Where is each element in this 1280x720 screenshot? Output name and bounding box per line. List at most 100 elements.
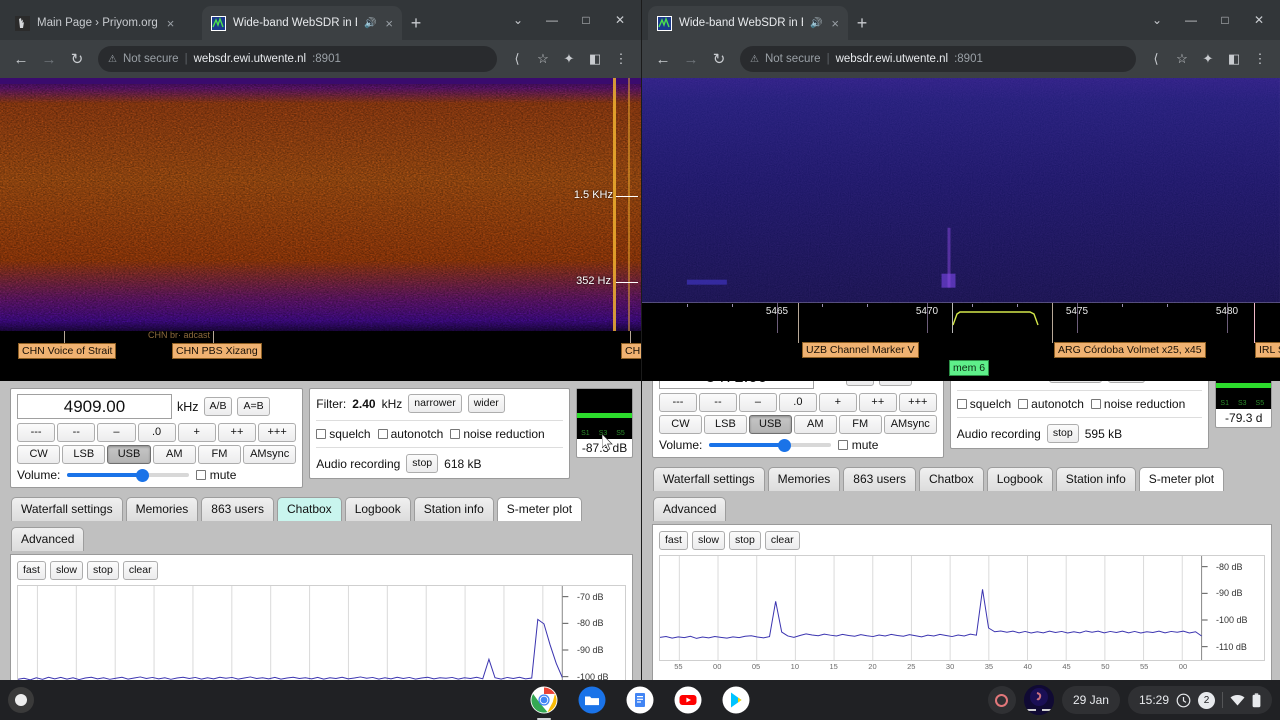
step-minus-1-button[interactable]: – — [738, 393, 777, 412]
step-minus-1-button[interactable]: – — [97, 423, 136, 442]
maximize-button[interactable]: □ — [1208, 6, 1242, 34]
tab-chatbox[interactable]: Chatbox — [918, 467, 984, 491]
close-window-button[interactable]: ✕ — [603, 6, 637, 34]
autonotch-checkbox-wrap[interactable]: autonotch — [377, 427, 443, 441]
screen-record-button[interactable] — [987, 686, 1016, 714]
new-tab-button[interactable]: + — [848, 9, 876, 37]
station-label[interactable]: CHN PBS Xizang — [172, 343, 262, 359]
squelch-checkbox[interactable] — [316, 429, 327, 439]
reload-button[interactable]: ↻ — [706, 46, 732, 72]
app-play-store[interactable] — [721, 685, 751, 715]
s-meter-chart-right[interactable]: -80 dB -90 dB -100 dB -110 dB — [659, 555, 1265, 661]
s-meter-chart-left[interactable]: -70 dB -80 dB -90 dB -100 dB — [17, 585, 626, 680]
station-label[interactable]: CHN Voice of Strait — [18, 343, 117, 359]
tab-memories[interactable]: Memories — [125, 497, 199, 521]
notification-badge[interactable]: 2 — [1198, 691, 1215, 709]
recording-stop-button[interactable]: stop — [1046, 424, 1079, 443]
tab-websdr[interactable]: Wide-band WebSDR in Ensch 🔊 × — [648, 6, 848, 40]
tab-close-icon[interactable]: × — [831, 17, 839, 30]
browser-menu-icon[interactable]: ⋮ — [609, 47, 633, 71]
tab-memories[interactable]: Memories — [767, 467, 841, 491]
minimize-button[interactable]: — — [1174, 6, 1208, 34]
plot-slow-button[interactable]: slow — [691, 531, 725, 550]
tab-s-meter-plot[interactable]: S-meter plot — [496, 497, 583, 521]
forward-button[interactable]: → — [36, 46, 62, 72]
step-minus-3-button[interactable]: --- — [659, 393, 697, 412]
station-label[interactable]: CHN — [621, 343, 641, 359]
autonotch-checkbox[interactable] — [377, 429, 388, 439]
bookmark-star-icon[interactable]: ☆ — [531, 47, 555, 71]
tab-advanced[interactable]: Advanced — [11, 527, 85, 551]
mute-checkbox-wrap[interactable]: mute — [838, 438, 878, 452]
step-plus-3-button[interactable]: +++ — [258, 423, 297, 442]
volume-slider[interactable] — [67, 468, 190, 482]
media-thumbnail[interactable] — [1023, 685, 1054, 715]
autonotch-checkbox[interactable] — [1018, 399, 1029, 409]
tab-search-chevron-down-icon[interactable]: ⌄ — [501, 6, 535, 34]
browser-menu-icon[interactable]: ⋮ — [1248, 47, 1272, 71]
plot-clear-button[interactable]: clear — [764, 531, 800, 550]
plot-slow-button[interactable]: slow — [49, 561, 83, 580]
address-bar[interactable]: ⚠ Not secure | websdr.ewi.utwente.nl:890… — [740, 46, 1136, 72]
a-equals-b-button[interactable]: A=B — [237, 397, 270, 416]
squelch-checkbox-wrap[interactable]: squelch — [956, 397, 1011, 411]
station-label[interactable]: IRL Sh — [1255, 342, 1280, 358]
station-label[interactable]: ARG Córdoba Volmet x25, x45 — [1054, 342, 1206, 358]
app-youtube[interactable] — [673, 685, 703, 715]
memory-marker-label[interactable]: mem 6 — [949, 360, 990, 376]
mode-usb-button[interactable]: USB — [748, 415, 792, 434]
noise-reduction-checkbox-wrap[interactable]: noise reduction — [450, 427, 545, 441]
filter-narrower-button[interactable]: narrower — [408, 394, 462, 413]
step-plus-3-button[interactable]: +++ — [898, 393, 937, 412]
step-zero-button[interactable]: .0 — [137, 423, 176, 442]
launcher-button[interactable] — [8, 687, 34, 713]
mode-amsync-button[interactable]: AMsync — [883, 415, 937, 434]
autonotch-checkbox-wrap[interactable]: autonotch — [1018, 397, 1084, 411]
share-icon[interactable]: ⟨ — [1144, 47, 1168, 71]
minimize-button[interactable]: — — [535, 6, 569, 34]
mute-checkbox[interactable] — [838, 440, 849, 450]
step-plus-1-button[interactable]: + — [818, 393, 857, 412]
squelch-checkbox[interactable] — [956, 399, 967, 409]
audio-waterfall-left[interactable]: 1.5 KHz 352 Hz — [0, 78, 641, 331]
back-button[interactable]: ← — [8, 46, 34, 72]
mode-cw-button[interactable]: CW — [659, 415, 702, 434]
mode-fm-button[interactable]: FM — [197, 445, 242, 464]
extensions-puzzle-icon[interactable]: ✦ — [1196, 47, 1220, 71]
ab-button[interactable]: A/B — [203, 397, 233, 416]
mode-amsync-button[interactable]: AMsync — [243, 445, 297, 464]
mode-am-button[interactable]: AM — [793, 415, 837, 434]
slider-knob[interactable] — [777, 438, 791, 452]
address-bar[interactable]: ⚠ Not secure | websdr.ewi.utwente.nl:890… — [98, 46, 497, 72]
tab-users[interactable]: 863 users — [201, 497, 274, 521]
app-docs[interactable] — [625, 685, 655, 715]
noise-reduction-checkbox[interactable] — [450, 429, 461, 439]
step-minus-2-button[interactable]: -- — [57, 423, 96, 442]
mute-checkbox[interactable] — [196, 470, 207, 480]
tab-search-chevron-down-icon[interactable]: ⌄ — [1140, 6, 1174, 34]
tab-logbook[interactable]: Logbook — [344, 497, 411, 521]
tab-station-info[interactable]: Station info — [413, 497, 494, 521]
frequency-scale-right[interactable]: 5465 5470 5475 5480 — [642, 303, 1280, 333]
tab-close-icon[interactable]: × — [167, 17, 175, 30]
plot-stop-button[interactable]: stop — [86, 561, 119, 580]
app-files[interactable] — [577, 685, 607, 715]
system-tray-pill[interactable]: 15:29 2 — [1127, 686, 1272, 714]
rf-waterfall-right[interactable] — [642, 78, 1280, 303]
reload-button[interactable]: ↻ — [64, 46, 90, 72]
step-plus-2-button[interactable]: ++ — [858, 393, 897, 412]
noise-reduction-checkbox-wrap[interactable]: noise reduction — [1090, 397, 1185, 411]
step-zero-button[interactable]: .0 — [778, 393, 817, 412]
new-tab-button[interactable]: + — [402, 9, 430, 37]
tab-websdr[interactable]: Wide-band WebSDR in Ensch 🔊 × — [202, 6, 402, 40]
tab-waterfall-settings[interactable]: Waterfall settings — [653, 467, 765, 491]
tab-audio-icon[interactable]: 🔊 — [364, 18, 376, 29]
slider-knob[interactable] — [135, 468, 149, 482]
mode-lsb-button[interactable]: LSB — [62, 445, 106, 464]
volume-slider[interactable] — [709, 438, 832, 452]
step-minus-3-button[interactable]: --- — [17, 423, 56, 442]
tab-station-info[interactable]: Station info — [1055, 467, 1136, 491]
plot-fast-button[interactable]: fast — [659, 531, 688, 550]
mute-checkbox-wrap[interactable]: mute — [196, 468, 236, 482]
step-plus-2-button[interactable]: ++ — [217, 423, 257, 442]
